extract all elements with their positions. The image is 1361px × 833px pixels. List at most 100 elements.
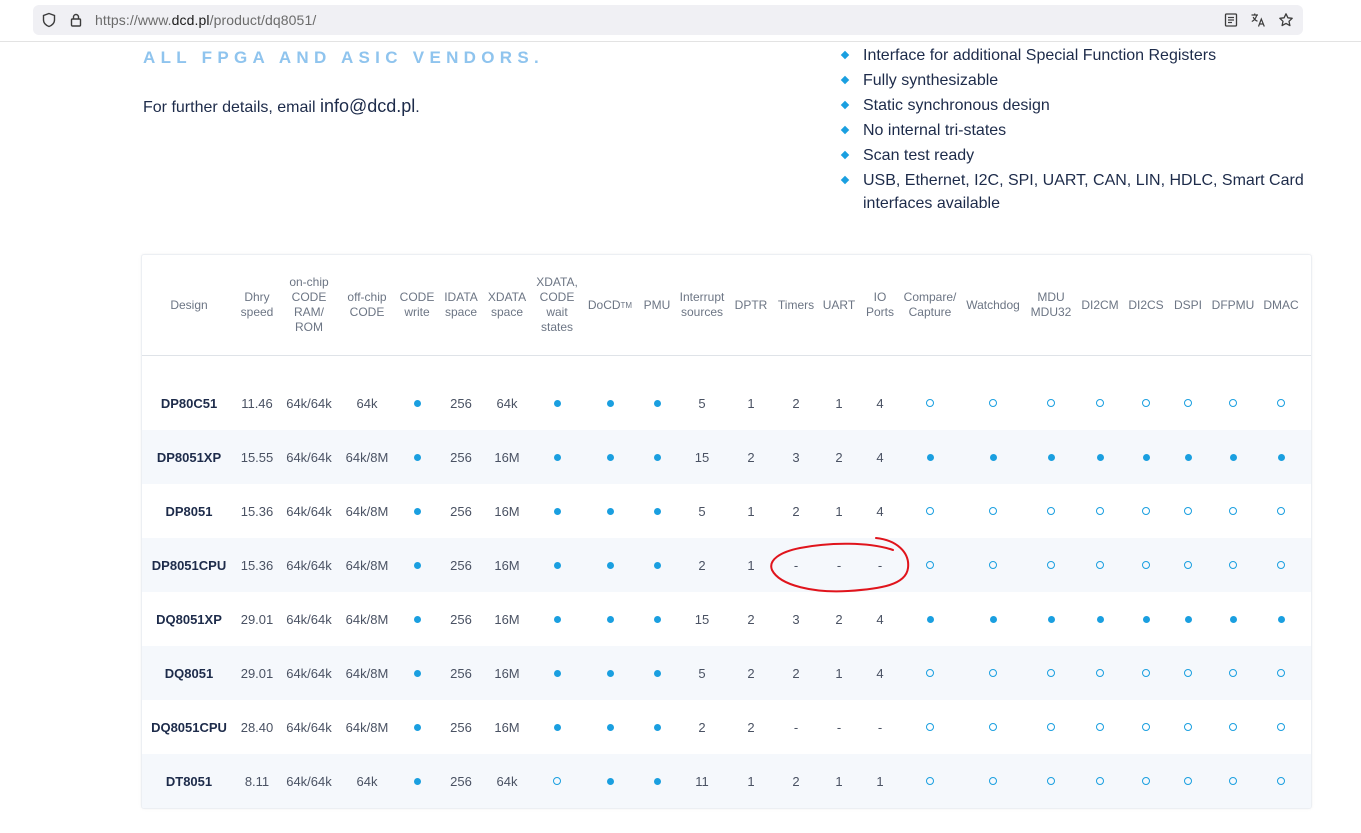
feature-text: Scan test ready <box>863 147 975 164</box>
table-cell: - <box>793 557 799 573</box>
feature-indicator-cell <box>639 700 675 754</box>
feature-indicator-cell <box>1125 538 1167 592</box>
table-cell: 64k <box>356 395 378 411</box>
translate-icon[interactable] <box>1250 12 1266 28</box>
table-cell: 64k/8M <box>345 611 389 627</box>
table-cell: 16M <box>494 557 520 573</box>
filled-dot-icon <box>1047 453 1055 461</box>
column-header-label: Design <box>170 297 208 312</box>
feature-indicator-cell <box>1259 700 1303 754</box>
feature-indicator-cell <box>1169 646 1207 700</box>
filled-dot-icon <box>926 453 934 461</box>
feature-text: No internal tri-states <box>863 122 1007 139</box>
table-cell: 64k <box>496 395 518 411</box>
table-cell: 64k/64k <box>286 395 332 411</box>
filled-dot-icon <box>653 453 661 461</box>
feature-indicator-cell <box>1026 484 1076 538</box>
design-name-cell[interactable]: DQ8051CPU <box>142 700 236 754</box>
design-name-cell[interactable]: DP8051 <box>142 484 236 538</box>
feature-indicator-cell <box>1078 376 1122 430</box>
table-cell: 16M <box>494 719 520 735</box>
table-cell: 4 <box>876 611 884 627</box>
table-cell: 16M <box>494 665 520 681</box>
table-cell: 256 <box>450 773 472 789</box>
feature-text: USB, Ethernet, I2C, SPI, UART, CAN, LIN,… <box>863 172 1304 212</box>
table-cell: 15 <box>694 449 710 465</box>
table-cell: 2 <box>698 557 706 573</box>
feature-indicator-cell <box>1078 646 1122 700</box>
filled-dot-icon <box>413 561 421 569</box>
column-header: Timers <box>774 255 818 355</box>
column-header-label: DFPMU <box>1211 297 1255 312</box>
feature-indicator-cell <box>961 592 1025 646</box>
column-header-label: Dhry speed <box>240 290 274 319</box>
filled-dot-icon <box>1229 453 1237 461</box>
hollow-circle-icon <box>1229 723 1237 731</box>
column-header-label: on-chip CODE RAM/ ROM <box>289 275 329 334</box>
column-header: DSPI <box>1169 255 1207 355</box>
table-cell: 4 <box>876 449 884 465</box>
column-header: DI2CS <box>1125 255 1167 355</box>
hollow-circle-icon <box>1096 507 1104 515</box>
address-bar[interactable]: https://www.dcd.pl/product/dq8051/ <box>33 5 1303 35</box>
filled-dot-icon <box>606 399 614 407</box>
hollow-circle-icon <box>1229 399 1237 407</box>
feature-indicator-cell <box>397 538 437 592</box>
feature-indicator-cell <box>531 754 583 808</box>
feature-indicator-cell <box>583 700 637 754</box>
design-name-cell[interactable]: DP8051CPU <box>142 538 236 592</box>
table-cell: 1 <box>835 503 843 519</box>
table-cell: 16M <box>494 449 520 465</box>
table-cell: 5 <box>698 665 706 681</box>
table-cell: 3 <box>792 449 800 465</box>
table-cell: - <box>836 719 842 735</box>
column-header: CODE write <box>397 255 437 355</box>
filled-dot-icon <box>1277 453 1285 461</box>
diamond-bullet-icon <box>840 100 850 110</box>
url-text[interactable]: https://www.dcd.pl/product/dq8051/ <box>95 12 316 28</box>
design-name-cell[interactable]: DT8051 <box>142 754 236 808</box>
details-text: For further details, email <box>143 99 320 116</box>
hollow-circle-icon <box>1047 777 1055 785</box>
email-link[interactable]: info@dcd.pl <box>320 96 415 116</box>
bookmark-star-icon[interactable] <box>1278 12 1294 28</box>
hollow-circle-icon <box>926 561 934 569</box>
table-cell: 28.40 <box>240 719 274 735</box>
lock-icon[interactable] <box>68 12 84 28</box>
column-header: DI2CM <box>1078 255 1122 355</box>
table-cell: 2 <box>698 719 706 735</box>
table-cell: 64k/8M <box>345 665 389 681</box>
feature-indicator-cell <box>397 430 437 484</box>
design-name-cell[interactable]: DQ8051 <box>142 646 236 700</box>
table-row: DP8051 15.36 64k/64k 64k/8M 256 16M 5 1 2 1 4 <box>142 484 1311 538</box>
feature-indicator-cell <box>1078 754 1122 808</box>
feature-indicator-cell <box>1208 484 1258 538</box>
feature-indicator-cell <box>899 700 961 754</box>
design-name-cell[interactable]: DP80C51 <box>142 376 236 430</box>
feature-indicator-cell <box>1026 430 1076 484</box>
column-header: Design <box>142 255 236 355</box>
feature-indicator-cell <box>531 592 583 646</box>
filled-dot-icon <box>1229 615 1237 623</box>
hollow-circle-icon <box>1229 561 1237 569</box>
design-name-cell[interactable]: DQ8051XP <box>142 592 236 646</box>
column-header: DoCD TM <box>583 255 637 355</box>
filled-dot-icon <box>653 561 661 569</box>
hollow-circle-icon <box>553 777 561 785</box>
feature-indicator-cell <box>1125 754 1167 808</box>
shield-icon[interactable] <box>41 12 57 28</box>
column-header: XDATA, CODE wait states <box>531 255 583 355</box>
feature-item: Static synchronous design <box>840 94 1311 117</box>
design-name-cell[interactable]: DP8051XP <box>142 430 236 484</box>
table-cell: 256 <box>450 557 472 573</box>
column-header-label: XDATA space <box>487 290 527 319</box>
feature-indicator-cell <box>1078 484 1122 538</box>
filled-dot-icon <box>1096 453 1104 461</box>
table-row: DP8051XP 15.55 64k/64k 64k/8M 256 16M 15 2 3 2 4 <box>142 430 1311 484</box>
reader-view-icon[interactable] <box>1223 12 1239 28</box>
table-cell: 29.01 <box>240 665 274 681</box>
hollow-circle-icon <box>1096 777 1104 785</box>
column-header: Compare/ Capture <box>899 255 961 355</box>
filled-dot-icon <box>606 507 614 515</box>
column-header: IO Ports <box>862 255 898 355</box>
